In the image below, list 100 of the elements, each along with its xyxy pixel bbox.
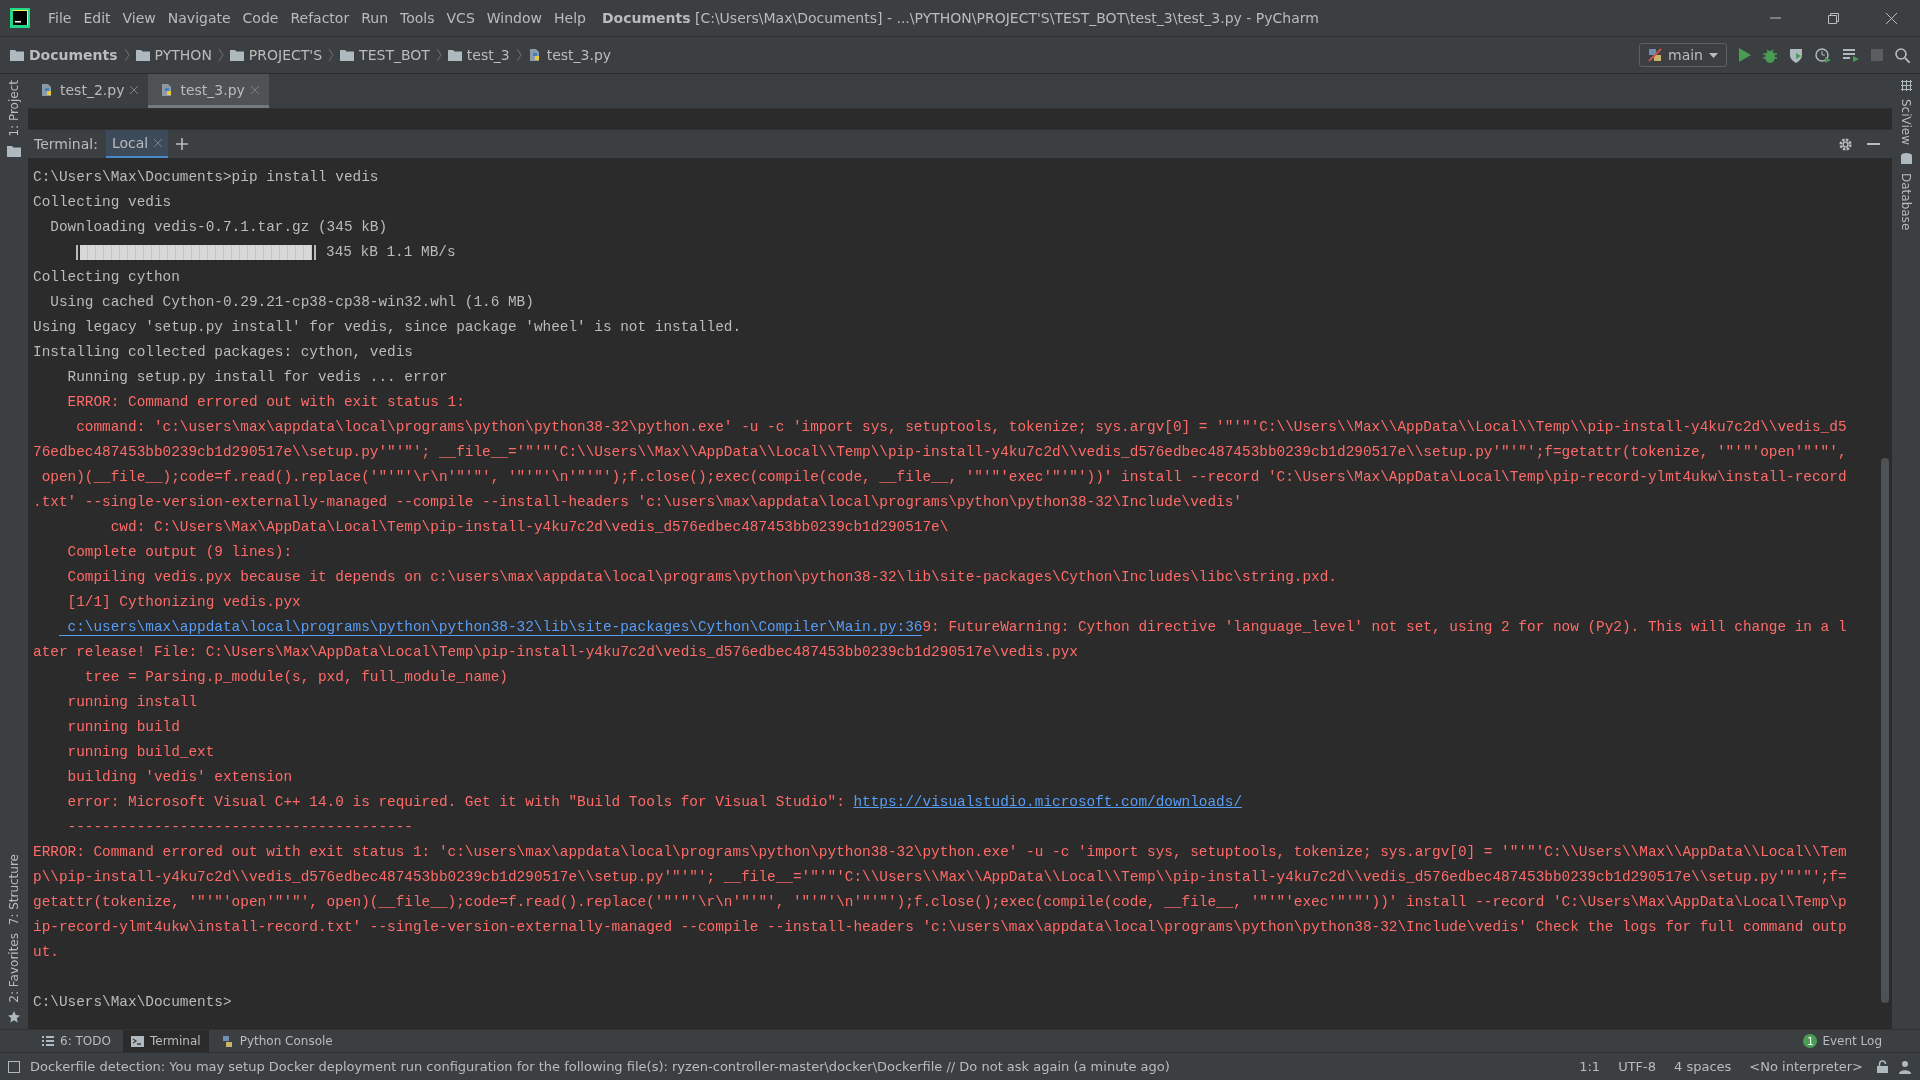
breadcrumb-item[interactable]: test_3.py xyxy=(527,47,612,63)
shield-icon[interactable] xyxy=(1789,47,1803,63)
menu-item[interactable]: View xyxy=(116,10,162,26)
tool-window-button[interactable]: 2: Favorites xyxy=(7,933,21,1003)
bug-icon[interactable] xyxy=(1763,47,1777,63)
status-message[interactable]: Dockerfile detection: You may setup Docker deployment run configuration for the following file(s): ryzen-controller-master\docker\Dockerfile // Do not ask again (a minute ago) xyxy=(30,1059,1566,1074)
terminal-line: ---------------------------------------- xyxy=(66,818,413,837)
scrollbar-thumb[interactable] xyxy=(1881,458,1889,1003)
terminal-prompt: C:\Users\Max\Documents> xyxy=(33,993,232,1012)
path-link[interactable]: https://visualstudio.microsoft.com/downloads/ xyxy=(853,794,1243,810)
restore-icon[interactable] xyxy=(1827,12,1839,24)
chevron-icon xyxy=(328,48,335,62)
editor-tab[interactable]: test_2.py xyxy=(28,74,149,108)
editor-tab[interactable]: test_3.py xyxy=(148,74,269,108)
terminal-line: 76edbec487453bb0239cb1d290517e\\setup.py'"'"'; __file__='"'"'C:\\Users\\Max\\AppData\\Local\\Temp\\pip-install-y4ku7c2d\\vedis_d576edbec487453bb0239cb1d290517e\\setup.py'"'"';f=getattr(tokenize, '"'"'open'"'"', xyxy=(33,443,1847,462)
tool-window-button[interactable]: Database xyxy=(1899,173,1913,231)
tool-window-tab[interactable]: 6: TODO xyxy=(34,1030,119,1052)
session-tab[interactable]: Local xyxy=(105,130,169,158)
breadcrumb-item[interactable]: PROJECT'S xyxy=(229,47,323,63)
run-icon[interactable] xyxy=(1739,48,1751,62)
tool-window-tab[interactable]: Python Console xyxy=(212,1030,341,1052)
terminal-line: tree = Parsing.p_module(s, pxd, full_module_name) xyxy=(83,668,508,687)
app-logo-icon xyxy=(10,8,30,28)
terminal-line: Installing collected packages: cython, vedis xyxy=(33,343,413,362)
terminal-line: open)(__file__);code=f.read().replace('"'"'\r\n'"'"', '"'"'\n'"'"');f.close();exec(compile(code, __file__, '"'"'exec'"'"'))' install --record 'C:\Users\Max\AppData\Local\Temp\pip-record-ylmt4ukw\install-record xyxy=(40,468,1847,487)
terminal-icon xyxy=(130,1035,144,1047)
settings-icon[interactable] xyxy=(1838,136,1853,152)
folder-icon xyxy=(135,49,150,61)
count-badge: 1 xyxy=(1803,1034,1818,1048)
breadcrumb-item[interactable]: TEST_BOT xyxy=(340,47,430,63)
window-title: Documents [C:\Users\Max\Documents] - ...\PYTHON\PROJECT'S\TEST_BOT\test_3\test_3.py - PyCharm xyxy=(601,10,1319,26)
event-log-button[interactable]: 1 Event Log xyxy=(1803,1034,1920,1048)
database-icon xyxy=(1900,153,1912,166)
close-icon[interactable] xyxy=(1885,12,1897,24)
terminal-line: ip-record-ylmt4ukw\install-record.txt' --single-version-externally-managed --compile --install-headers 'c:\users\max\appdata\local\programs\python\python38-32\Include\vedis' Check the logs for full command outp xyxy=(33,918,1847,937)
terminal-line: running build_ext xyxy=(66,743,215,762)
caret-icon xyxy=(1709,52,1718,58)
menu-item[interactable]: Edit xyxy=(77,10,117,26)
add-icon[interactable] xyxy=(176,138,189,150)
terminal-line: Compiling vedis.pyx because it depends on c:\users\max\appdata\local\programs\python\python38-32\lib\site-packages\Cython\Includes\libc\string.pxd. xyxy=(66,568,1337,587)
square-icon xyxy=(8,1060,20,1073)
terminal-line: .txt' --single-version-externally-managed --compile --install-headers 'c:\users\max\appdata\local\programs\python\python38-32\Include\vedis' xyxy=(33,493,1242,512)
terminal-line: C:\Users\Max\Documents>pip install vedis xyxy=(33,168,379,187)
terminal-line: building 'vedis' extension xyxy=(66,768,293,787)
tool-window-button[interactable]: SciView xyxy=(1899,99,1913,146)
terminal-line: Using cached Cython-0.29.21-cp38-cp38-win32.whl (1.6 MB) xyxy=(49,293,534,312)
run-configuration-dropdown[interactable]: main xyxy=(1639,43,1727,67)
folder-icon xyxy=(340,49,355,61)
menu-item[interactable]: Run xyxy=(355,10,395,26)
breadcrumb-item[interactable]: PYTHON xyxy=(135,47,212,63)
tool-window-button[interactable]: 1: Project xyxy=(7,80,21,137)
tool-window-button[interactable]: 7: Structure xyxy=(7,853,21,926)
star-icon xyxy=(8,1011,20,1023)
terminal-line: Downloading vedis-0.7.1.tar.gz (345 kB) xyxy=(49,218,388,237)
chevron-icon xyxy=(515,48,522,62)
folder-icon xyxy=(229,49,244,61)
menu-item[interactable]: Tools xyxy=(394,10,441,26)
terminal-line: ater release! File: C:\Users\Max\AppData\Local\Temp\pip-install-y4ku7c2d\vedis_d576edbec487453bb0239cb1d290517e\vedis.pyx xyxy=(33,643,1078,662)
minimize-icon[interactable] xyxy=(1769,17,1781,19)
folder-icon xyxy=(7,144,21,157)
tool-window-tab[interactable]: Terminal xyxy=(122,1030,209,1052)
folder-icon xyxy=(10,49,24,61)
menu-item[interactable]: Refactor xyxy=(284,10,356,26)
progress-reading: 345 kB 1.1 MB/s xyxy=(326,243,456,262)
chevron-icon xyxy=(435,48,442,62)
terminal-line: p\\pip-install-y4ku7c2d\\vedis_d576edbec487453bb0239cb1d290517e\\setup.py'"'"'; __file__='"'"'C:\\Users\\Max\\AppData\\Local\\Temp\\pip-install-y4ku7c2d\\vedis_d576edbec487453bb0239cb1d290517e\\setup.py'"'"';f= xyxy=(33,868,1847,887)
panel-title: Terminal: xyxy=(34,136,98,152)
build-icon[interactable] xyxy=(1843,48,1859,62)
python-file-icon xyxy=(527,48,542,62)
menu-item[interactable]: Navigate xyxy=(161,10,237,26)
folder-icon xyxy=(447,49,462,61)
status-item[interactable]: <No interpreter> xyxy=(1745,1059,1867,1074)
terminal-line: error: Microsoft Visual C++ 14.0 is required. Get it with "Build Tools for Visual Studio": https://visualstudio.microsoft.com/downloads/ xyxy=(66,793,1243,812)
terminal-line: command: 'c:\users\max\appdata\local\programs\python\python38-32\python.exe' -u -c 'import sys, setuptools, tokenize; sys.argv[0] = '"'"'C:\\Users\\Max\\AppData\\Local\\Temp\\pip-install-y4ku7c2d\\vedis_d5 xyxy=(75,418,1847,437)
close-icon[interactable] xyxy=(130,85,139,94)
terminal-line: getattr(tokenize, '"'"'open'"'"', open)(__file__);code=f.read().replace('"'"'\r\n'"'"', '"'"'\n'"'"');f.close();exec(compile(code, __file__, '"'"'exec'"'"'))' install --record 'C:\Users\Max\AppData\Local\Temp\p xyxy=(33,893,1847,912)
menu-item[interactable]: Window xyxy=(480,10,548,26)
status-item[interactable]: UTF-8 xyxy=(1614,1059,1661,1074)
terminal-line: ut. xyxy=(33,943,59,962)
menu-item[interactable]: VCS xyxy=(440,10,481,26)
list-icon xyxy=(42,1036,54,1046)
terminal-line: ERROR: Command errored out with exit status 1: xyxy=(66,393,465,412)
terminal-line: running build xyxy=(66,718,180,737)
lock-icon[interactable] xyxy=(1877,1060,1888,1073)
status-item[interactable]: 4 spaces xyxy=(1670,1059,1736,1074)
menu-item[interactable]: File xyxy=(42,10,78,26)
terminal-line: running install xyxy=(66,693,198,712)
breadcrumb-item[interactable]: test_3 xyxy=(447,47,510,63)
chevron-icon xyxy=(123,48,130,62)
terminal-line: Running setup.py install for vedis ... error xyxy=(66,368,448,387)
terminal-line: [1/1] Cythonizing vedis.pyx xyxy=(66,593,301,612)
chevron-icon xyxy=(217,48,224,62)
path-link[interactable]: c:\users\max\appdata\local\programs\python\python38-32\lib\site-packages\Cython\Compiler\Main.py:36 xyxy=(58,619,923,636)
status-item[interactable]: 1:1 xyxy=(1575,1059,1605,1074)
search-icon[interactable] xyxy=(1895,47,1910,63)
terminal-line: Complete output (9 lines): xyxy=(66,543,293,562)
menu-item[interactable]: Help xyxy=(548,10,592,26)
breadcrumb-item[interactable]: Documents xyxy=(10,47,118,63)
menu-item[interactable]: Code xyxy=(236,10,285,26)
profiler-icon[interactable] xyxy=(1815,47,1831,63)
